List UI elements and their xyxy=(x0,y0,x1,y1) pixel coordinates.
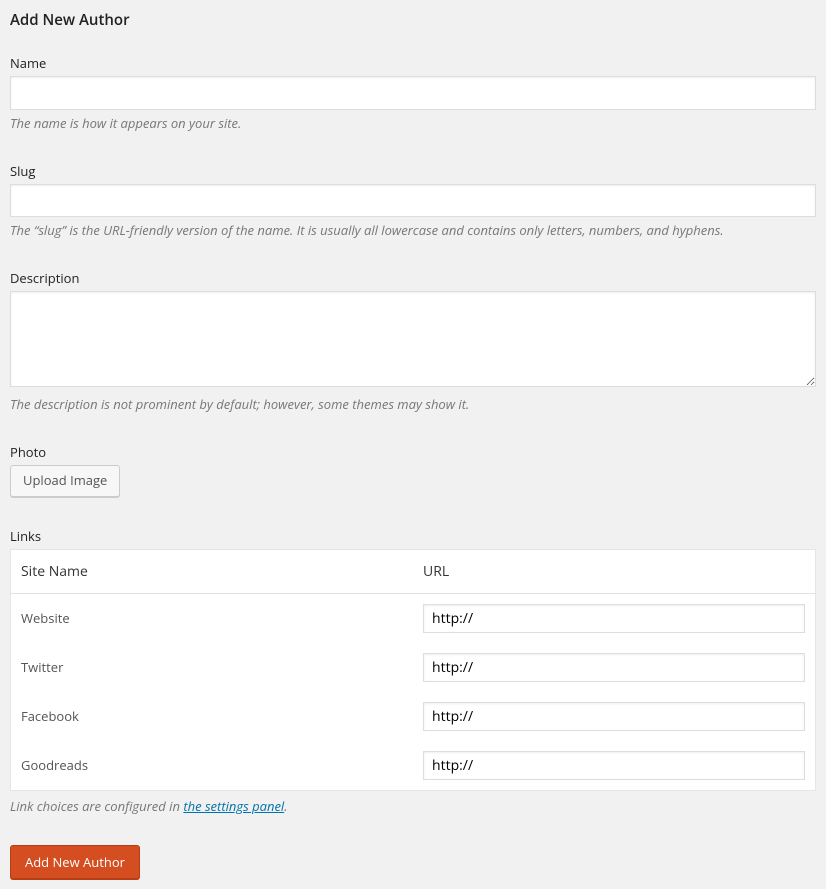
name-input[interactable] xyxy=(10,76,816,110)
link-url-input[interactable] xyxy=(423,653,805,682)
description-hint: The description is not prominent by defa… xyxy=(10,395,816,413)
slug-hint: The “slug” is the URL-friendly version o… xyxy=(10,221,816,239)
link-url-input[interactable] xyxy=(423,604,805,633)
links-header-url: URL xyxy=(413,549,816,593)
link-site-name: Facebook xyxy=(11,692,414,741)
photo-label: Photo xyxy=(10,443,816,461)
links-field: Links Site Name URL Website Twitter Face… xyxy=(10,527,816,815)
name-label: Name xyxy=(10,54,816,72)
link-site-name: Twitter xyxy=(11,643,414,692)
links-label: Links xyxy=(10,527,816,545)
slug-field: Slug The “slug” is the URL-friendly vers… xyxy=(10,162,816,240)
table-row: Twitter xyxy=(11,643,816,692)
description-label: Description xyxy=(10,269,816,287)
links-header-site-name: Site Name xyxy=(11,549,414,593)
table-row: Website xyxy=(11,593,816,643)
table-row: Facebook xyxy=(11,692,816,741)
slug-label: Slug xyxy=(10,162,816,180)
upload-image-button[interactable]: Upload Image xyxy=(10,465,120,497)
photo-field: Photo Upload Image xyxy=(10,443,816,497)
link-url-input[interactable] xyxy=(423,751,805,780)
links-hint-prefix: Link choices are configured in xyxy=(10,797,183,815)
name-hint: The name is how it appears on your site. xyxy=(10,114,816,132)
links-hint-suffix: . xyxy=(284,797,287,815)
links-table: Site Name URL Website Twitter Facebook G… xyxy=(10,549,816,791)
description-input[interactable] xyxy=(10,291,816,387)
links-hint: Link choices are configured in the setti… xyxy=(10,797,816,815)
name-field: Name The name is how it appears on your … xyxy=(10,54,816,132)
description-field: Description The description is not promi… xyxy=(10,269,816,413)
link-site-name: Goodreads xyxy=(11,741,414,791)
page-title: Add New Author xyxy=(10,10,816,34)
slug-input[interactable] xyxy=(10,184,816,218)
table-row: Goodreads xyxy=(11,741,816,791)
link-url-input[interactable] xyxy=(423,702,805,731)
add-new-author-button[interactable]: Add New Author xyxy=(10,845,140,879)
settings-panel-link[interactable]: the settings panel xyxy=(183,797,284,815)
link-site-name: Website xyxy=(11,593,414,643)
